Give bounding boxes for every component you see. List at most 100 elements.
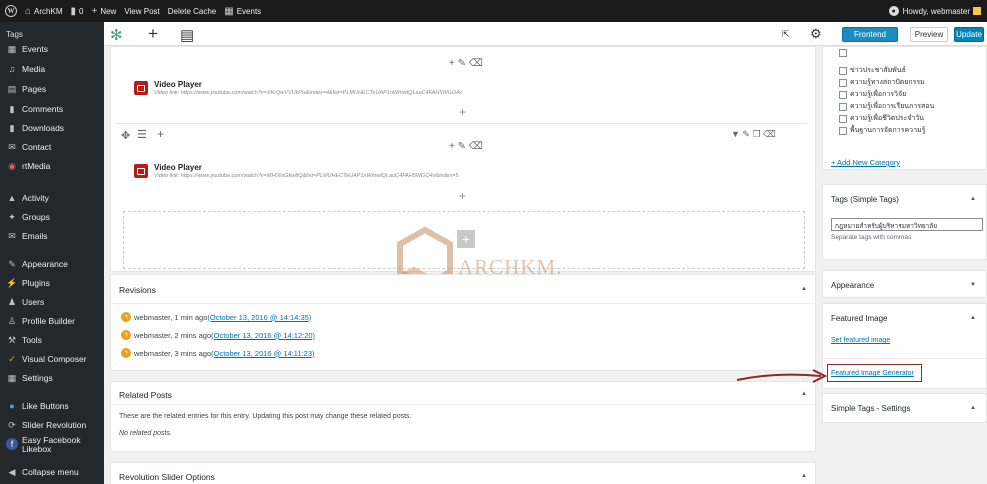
visual-composer-logo-icon[interactable]: ✻ [110,26,123,44]
element-controls-2[interactable]: + ✎ ⌫ [449,141,483,152]
sidebar-item-profile-builder[interactable]: ♙ Profile Builder [0,312,104,330]
sidebar-item-slider-revolution[interactable]: ⟳ Slider Revolution [0,416,104,434]
facebook-icon: f [6,438,18,450]
checkbox[interactable] [839,49,847,57]
view-post-link[interactable]: View Post [124,7,159,16]
set-featured-image-link[interactable]: Set featured image [831,337,890,344]
toggle-arrow-icon[interactable]: ▲ [801,391,807,397]
revslider-title: Revolution Slider Options [119,472,215,482]
sidebar-item-activity[interactable]: ▲ Activity [0,189,104,207]
preview-button[interactable]: Preview [910,27,948,42]
toggle-arrow-icon[interactable]: ▲ [970,196,976,202]
home-icon: ⌂ [25,5,32,17]
appearance-box[interactable]: Appearance ▼ [822,270,987,298]
related-posts-box: Related Posts ▲ These are the related en… [110,381,816,452]
fullscreen-icon[interactable]: ⇱ [782,29,790,40]
checkbox[interactable] [839,102,847,111]
video-player-element-1[interactable]: Video Player Video link: https://www.you… [134,80,462,96]
collapse-menu-button[interactable]: ◀ Collapse menu [0,463,104,481]
plugins-icon: ⚡ [6,277,18,288]
sidebar-item-visual-composer[interactable]: ✓ Visual Composer [0,350,104,368]
add-block-icon[interactable]: + [457,230,475,248]
video-icon [134,81,148,95]
sidebar-item-settings[interactable]: ▦ Settings [0,369,104,387]
add-element-icon[interactable]: + [148,24,158,44]
sidebar-item-like-buttons[interactable]: ● Like Buttons [0,397,104,415]
toggle-arrow-icon[interactable]: ▼ [970,282,976,288]
row-actions[interactable]: ▼ ✎ ❐ ⌫ [731,129,776,140]
composer-editor: + ✎ ⌫ Video Player Video link: https://w… [110,46,816,272]
site-name-link[interactable]: ⌂ ArchKM [25,6,63,17]
category-item[interactable]: ข่าวประชาสัมพันธ์ [839,65,906,76]
sidebar-item-plugins[interactable]: ⚡ Plugins [0,274,104,292]
sidebar-item-media[interactable]: ♫ Media [0,60,104,78]
revision-link[interactable]: (October 13, 2016 @ 14:12:20) [211,331,315,340]
checkbox[interactable] [839,78,847,87]
sidebar-item-events[interactable]: ▦ Events [0,40,104,58]
category-item[interactable]: ความรู้เพื่อการวิจัย [839,89,906,100]
element-controls[interactable]: + ✎ ⌫ [449,58,483,69]
toggle-arrow-icon[interactable]: ▲ [801,473,807,479]
revolution-slider-options-box[interactable]: Revolution Slider Options ▲ [110,462,816,484]
highlight-box [827,364,922,382]
sidebar-item-tools[interactable]: ⚒ Tools [0,331,104,349]
row-move-handle-icon[interactable]: ✥ [121,129,130,142]
toggle-arrow-icon[interactable]: ▲ [970,405,976,411]
sidebar-item-comments[interactable]: ▮ Comments [0,100,104,118]
update-button[interactable]: Update [954,27,984,42]
checkbox[interactable] [839,114,847,123]
sidebar-item-rtmedia[interactable]: ◉ rtMedia [0,157,104,175]
account-menu[interactable]: ● Howdy, webmaster [888,0,981,22]
category-item[interactable]: พื้นฐานการจัดการความรู้ [839,125,925,136]
category-item[interactable] [839,49,850,57]
video-player-element-2[interactable]: Video Player Video link: https://www.you… [134,163,459,179]
avatar: ฯ [121,348,131,358]
sidebar-item-users[interactable]: ♟ Users [0,293,104,311]
avatar: ฯ [121,330,131,340]
sidebar-item-easy-facebook-likebox[interactable]: f Easy Facebook Likebox [0,434,104,458]
toggle-arrow-icon[interactable]: ▲ [970,315,976,321]
frontend-button[interactable]: Frontend [842,27,898,42]
sidebar-item-contact[interactable]: ✉ Contact [0,138,104,156]
composer-toolbar: ✻ + ▤ ⇱ ⚙ Frontend Preview Update [104,22,987,46]
delete-cache-link[interactable]: Delete Cache [168,7,216,16]
checkbox[interactable] [839,126,847,135]
empty-row-dropzone[interactable]: + [123,211,805,269]
category-item[interactable]: ความรู้เพื่อการเรียนการสอน [839,101,934,112]
sidebar-item-pages[interactable]: ▤ Pages [0,80,104,98]
add-column-icon[interactable]: + [157,127,164,141]
activity-icon: ▲ [7,193,17,203]
visual-composer-icon: ✓ [8,353,16,364]
templates-icon[interactable]: ▤ [180,26,194,44]
slider-revolution-icon: ⟳ [8,419,16,430]
category-item[interactable]: ความรู้เพื่อชีวิตประจำวัน [839,113,924,124]
sidebar-item-downloads[interactable]: ▮ Downloads [0,119,104,137]
comments-link[interactable]: ▮ 0 [71,6,84,17]
tools-icon: ⚒ [7,334,17,345]
new-content-link[interactable]: + New [91,6,116,17]
wordpress-logo-icon[interactable]: W [5,5,17,17]
submenu-tags[interactable]: Tags [6,30,23,39]
events-link[interactable]: ▦ Events [224,6,261,17]
checkbox[interactable] [839,66,847,75]
toggle-arrow-icon[interactable]: ▲ [801,286,807,292]
admin-bar: W ⌂ ArchKM ▮ 0 + New View Post Delete Ca… [0,0,987,22]
sidebar-item-groups[interactable]: ✦ Groups [0,208,104,226]
add-element-plus-icon[interactable]: + [459,105,466,119]
emails-icon: ✉ [8,230,16,241]
simple-tags-settings-box[interactable]: Simple Tags - Settings ▲ [822,393,987,423]
tags-input[interactable]: กฎหมายสำหรับผู้บริหารมหาวิทยาลัย [831,218,983,231]
sidebar-item-appearance[interactable]: ✎ Appearance [0,255,104,273]
video-link: Video link: https://www.youtube.com/watc… [154,173,459,179]
rtmedia-icon: ◉ [8,160,16,171]
groups-icon: ✦ [8,211,16,222]
category-item[interactable]: ความรู้ทางสถาปัตยกรรม [839,77,925,88]
revision-link[interactable]: (October 13, 2016 @ 14:11:23) [211,349,314,358]
row-layout-icon[interactable]: ☰ [137,128,147,141]
add-new-category-link[interactable]: + Add New Category [831,158,900,167]
checkbox[interactable] [839,90,847,99]
sidebar-item-emails[interactable]: ✉ Emails [0,227,104,245]
add-element-plus-icon[interactable]: + [459,189,466,203]
gear-icon[interactable]: ⚙ [810,26,822,42]
revision-link[interactable]: (October 13, 2016 @ 14:14:35) [207,313,311,322]
